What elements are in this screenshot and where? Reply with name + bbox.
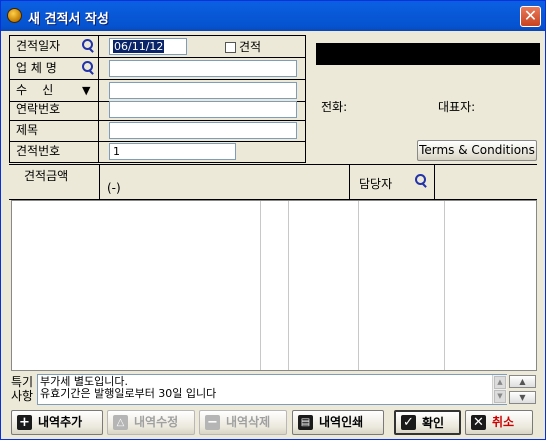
grid-column xyxy=(261,201,289,370)
contact-label: 연락번호 xyxy=(10,99,99,120)
manager-divider-right xyxy=(434,165,435,199)
contact-field[interactable] xyxy=(109,101,297,118)
notes-label: 특기 사항 xyxy=(11,375,34,403)
manager-divider-left xyxy=(349,165,350,199)
subject-label: 제목 xyxy=(10,120,99,141)
move-up-button[interactable]: ▲ xyxy=(509,375,536,388)
minus-icon: − xyxy=(205,415,220,430)
move-down-button[interactable]: ▼ xyxy=(509,391,536,404)
app-coin-icon xyxy=(7,8,22,23)
grid-column xyxy=(359,201,445,370)
edit-item-button[interactable]: △ 내역수정 xyxy=(107,410,195,435)
scroll-up-icon[interactable]: ▲ xyxy=(494,376,506,389)
estimate-number-field[interactable]: 1 xyxy=(109,143,236,160)
estimate-form: 견적일자 06/11/12 견적 업 체 명 수 신 ▼ 연락번호 제목 견적번… xyxy=(9,35,306,163)
amount-label: 견적금액 xyxy=(24,169,69,183)
item-list-grid[interactable] xyxy=(11,200,537,371)
ok-button[interactable]: ✓ 확인 xyxy=(394,410,461,435)
check-icon: ✓ xyxy=(401,415,416,430)
estimate-checkbox-label: 견적 xyxy=(239,40,262,54)
delete-item-button[interactable]: − 내역삭제 xyxy=(199,410,287,435)
phone-label: 전화: xyxy=(321,100,348,114)
notes-scrollbar[interactable]: ▲ ▼ xyxy=(492,375,507,404)
magnifier-icon[interactable] xyxy=(81,39,95,53)
close-button[interactable]: ✕ xyxy=(520,6,541,27)
form-row-contact: 연락번호 xyxy=(10,99,305,121)
representative-label: 대표자: xyxy=(438,100,476,114)
printer-icon: ▤ xyxy=(298,415,313,430)
amount-value: (-) xyxy=(107,181,121,195)
amount-divider xyxy=(99,165,100,199)
triangle-icon: △ xyxy=(113,415,128,430)
date-label: 견적일자 xyxy=(10,36,99,57)
form-row-subject: 제목 xyxy=(10,120,305,142)
subject-field[interactable] xyxy=(109,122,297,139)
print-item-button[interactable]: ▤ 내역인쇄 xyxy=(292,410,384,435)
plus-icon: + xyxy=(17,415,32,430)
magnifier-icon[interactable] xyxy=(414,174,428,188)
notes-textarea[interactable]: 부가세 별도입니다. 유효기간은 발행일로부터 30일 입니다 xyxy=(37,374,507,405)
new-estimate-window: 새 견적서 작성 ✕ 견적일자 06/11/12 견적 업 체 명 수 신 ▼ … xyxy=(0,0,546,440)
title-bar[interactable]: 새 견적서 작성 ✕ xyxy=(1,1,545,31)
magnifier-icon[interactable] xyxy=(81,61,95,75)
grid-column xyxy=(12,201,261,370)
company-name-display xyxy=(316,43,540,65)
company-label: 업 체 명 xyxy=(10,58,99,79)
dropdown-arrow-icon[interactable]: ▼ xyxy=(82,80,90,101)
terms-conditions-button[interactable]: Terms & Conditions xyxy=(417,140,537,161)
window-title: 새 견적서 작성 xyxy=(28,12,109,27)
notes-line: 유효기간은 발행일로부터 30일 입니다 xyxy=(40,387,217,400)
manager-label: 담당자 xyxy=(359,177,393,191)
recipient-label: 수 신 ▼ xyxy=(10,80,99,101)
estimate-checkbox[interactable] xyxy=(225,42,236,53)
amount-bar: 견적금액 (-) 담당자 xyxy=(9,164,537,200)
estimate-number-label: 견적번호 xyxy=(10,141,99,162)
form-row-date: 견적일자 06/11/12 견적 xyxy=(10,36,305,58)
cancel-button[interactable]: ✕ 취소 xyxy=(465,410,533,435)
add-item-button[interactable]: + 내역추가 xyxy=(11,410,103,435)
recipient-field[interactable] xyxy=(109,82,297,99)
scroll-down-icon[interactable]: ▼ xyxy=(494,390,506,403)
form-row-company: 업 체 명 xyxy=(10,58,305,80)
form-row-number: 견적번호 1 xyxy=(10,141,305,162)
x-icon: ✕ xyxy=(471,415,486,430)
company-field[interactable] xyxy=(109,60,297,77)
date-field[interactable]: 06/11/12 xyxy=(109,38,187,55)
grid-column xyxy=(289,201,359,370)
